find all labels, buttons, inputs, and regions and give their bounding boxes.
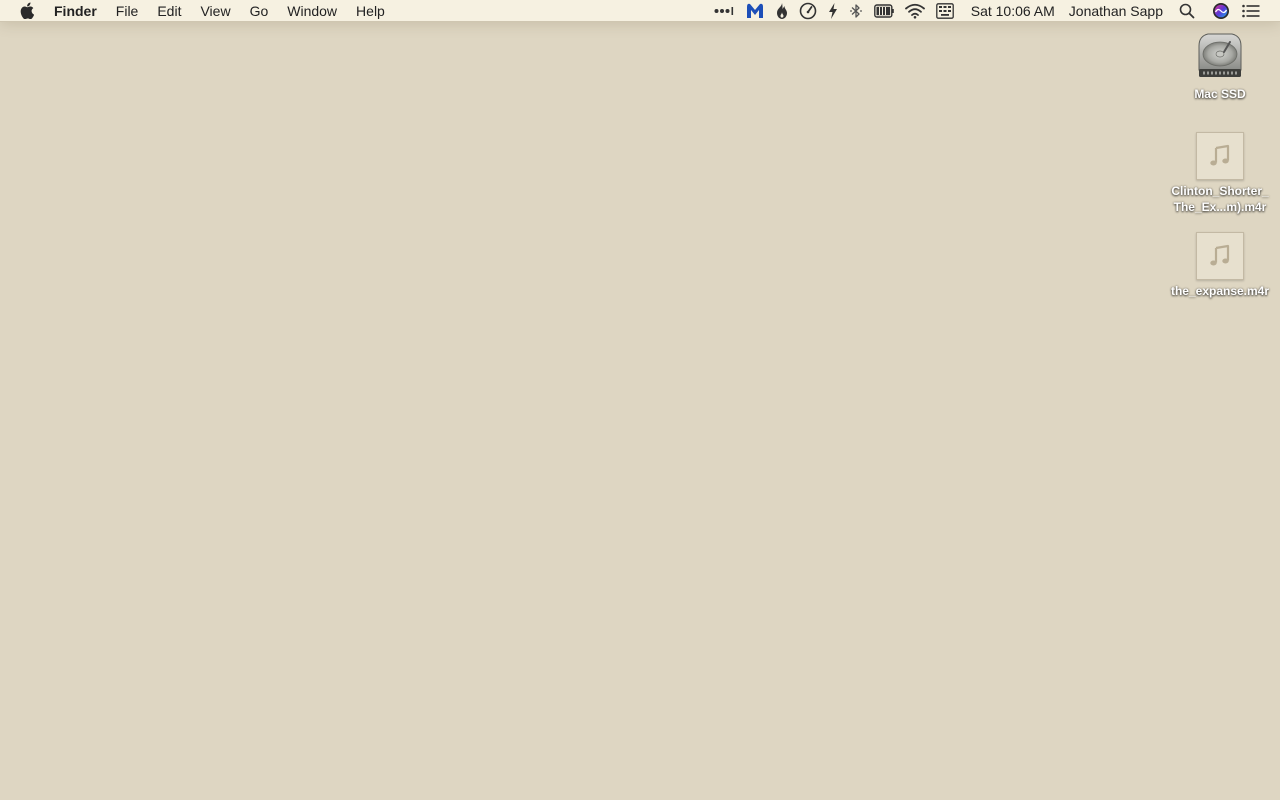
overflow-dots-icon[interactable] bbox=[714, 0, 734, 22]
spotlight-search-icon[interactable] bbox=[1179, 0, 1195, 22]
speedometer-icon[interactable] bbox=[799, 0, 817, 22]
menu-app-finder[interactable]: Finder bbox=[54, 0, 97, 22]
wifi-icon[interactable] bbox=[904, 0, 925, 22]
fast-user-switch-name[interactable]: Jonathan Sapp bbox=[1069, 0, 1163, 22]
menu-go[interactable]: Go bbox=[250, 0, 269, 22]
desktop-icon-label: the_expanse.m4r bbox=[1170, 284, 1270, 298]
menu-file[interactable]: File bbox=[116, 0, 139, 22]
menu-window[interactable]: Window bbox=[287, 0, 337, 22]
malwarebytes-icon[interactable] bbox=[745, 0, 765, 22]
desktop-icon-clinton-shorter-m4r[interactable]: Clinton_Shorter_ The_Ex...m).m4r bbox=[1165, 131, 1275, 215]
flame-icon[interactable] bbox=[776, 0, 788, 22]
menu-clock[interactable]: Sat 10:06 AM bbox=[971, 0, 1055, 22]
menu-view[interactable]: View bbox=[200, 0, 230, 22]
desktop-icon-label: Clinton_Shorter_ The_Ex...m).m4r bbox=[1171, 184, 1269, 214]
lightning-icon[interactable] bbox=[828, 0, 838, 22]
menu-bar-left: Finder File Edit View Go Window Help bbox=[0, 0, 404, 22]
menu-edit[interactable]: Edit bbox=[157, 0, 181, 22]
hard-drive-icon bbox=[1188, 28, 1252, 84]
music-file-icon bbox=[1188, 231, 1252, 281]
bluetooth-icon[interactable] bbox=[849, 0, 863, 22]
desktop-icon-label: Mac SSD bbox=[1194, 87, 1246, 101]
siri-icon[interactable] bbox=[1212, 0, 1230, 22]
keyboard-layout-icon[interactable] bbox=[935, 0, 954, 22]
desktop-icon-mac-ssd[interactable]: Mac SSD bbox=[1165, 28, 1275, 102]
notification-center-icon[interactable] bbox=[1242, 0, 1260, 22]
battery-icon[interactable] bbox=[873, 0, 894, 22]
menu-help[interactable]: Help bbox=[356, 0, 385, 22]
menu-bar: Finder File Edit View Go Window Help Sat… bbox=[0, 0, 1280, 22]
desktop-icon-the-expanse-m4r[interactable]: the_expanse.m4r bbox=[1165, 231, 1275, 299]
menu-bar-right: Sat 10:06 AM Jonathan Sapp bbox=[703, 0, 1280, 22]
apple-logo-icon[interactable] bbox=[18, 0, 36, 22]
music-file-icon bbox=[1188, 131, 1252, 181]
